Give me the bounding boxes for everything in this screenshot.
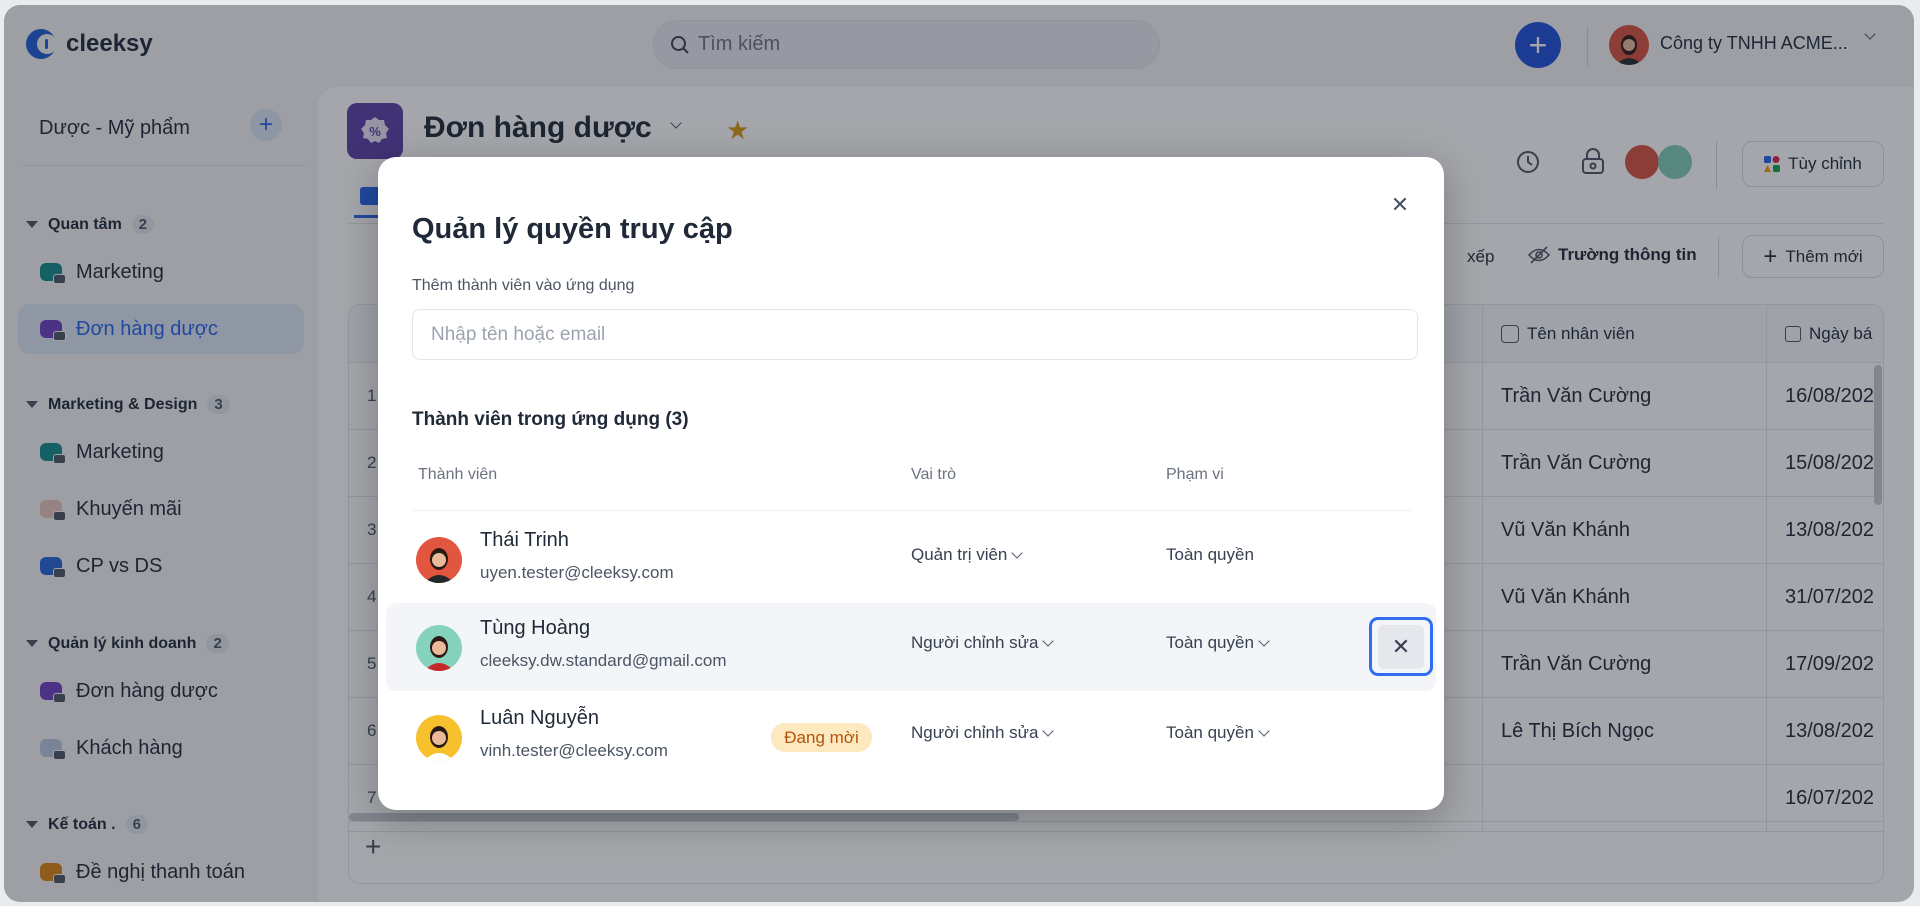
member-name: Thái Trinh xyxy=(480,529,569,551)
close-icon: ✕ xyxy=(1378,624,1424,669)
role-dropdown[interactable]: Quản trị viên xyxy=(911,545,1024,565)
member-row: Tùng Hoàng cleeksy.dw.standard@gmail.com… xyxy=(386,603,1436,691)
scope-value: Toàn quyền xyxy=(1166,545,1254,564)
close-icon: ✕ xyxy=(1390,192,1410,217)
column-header-member: Thành viên xyxy=(418,466,498,483)
app-window: cleeksy Tìm kiếm + Công ty TNHH ACME... … xyxy=(4,5,1914,902)
chevron-down-icon xyxy=(1258,634,1270,647)
close-button[interactable]: ✕ xyxy=(1382,187,1418,223)
member-name: Tùng Hoàng xyxy=(480,617,591,639)
member-email: vinh.tester@cleeksy.com xyxy=(480,741,668,760)
column-header-scope: Phạm vi xyxy=(1166,466,1224,483)
access-management-dialog: Quản lý quyền truy cập ✕ Thêm thành viên… xyxy=(378,157,1444,810)
scope-value: Toàn quyền xyxy=(1166,633,1254,652)
members-section-title: Thành viên trong ứng dụng (3) xyxy=(412,409,689,430)
chevron-down-icon xyxy=(1011,546,1024,559)
role-dropdown[interactable]: Người chỉnh sửa xyxy=(911,723,1055,743)
member-avatar xyxy=(416,625,462,671)
member-email: uyen.tester@cleeksy.com xyxy=(480,563,674,582)
role-value: Người chỉnh sửa xyxy=(911,723,1039,742)
scope-dropdown: Toàn quyền xyxy=(1166,545,1254,565)
invited-badge: Đang mời xyxy=(771,723,872,752)
member-row: Thái Trinh uyen.tester@cleeksy.com Quản … xyxy=(386,515,1436,603)
member-avatar xyxy=(416,715,462,761)
dialog-title: Quản lý quyền truy cập xyxy=(412,213,733,245)
column-header-role: Vai trò xyxy=(911,466,957,483)
chevron-down-icon xyxy=(1042,634,1055,647)
chevron-down-icon xyxy=(1042,724,1055,737)
member-avatar xyxy=(416,537,462,583)
member-name: Luân Nguyễn xyxy=(480,707,599,729)
role-value: Người chỉnh sửa xyxy=(911,633,1039,652)
divider xyxy=(412,510,1412,511)
role-dropdown[interactable]: Người chỉnh sửa xyxy=(911,633,1055,653)
add-member-label: Thêm thành viên vào ứng dụng xyxy=(412,277,635,294)
member-row: Luân Nguyễn vinh.tester@cleeksy.com Đang… xyxy=(386,693,1436,781)
chevron-down-icon xyxy=(1258,724,1270,737)
scope-value: Toàn quyền xyxy=(1166,723,1254,742)
member-search-input[interactable] xyxy=(412,309,1418,360)
remove-member-button[interactable]: ✕ xyxy=(1369,617,1433,676)
role-value: Quản trị viên xyxy=(911,545,1008,564)
scope-dropdown[interactable]: Toàn quyền xyxy=(1166,633,1270,653)
scope-dropdown[interactable]: Toàn quyền xyxy=(1166,723,1270,743)
member-email: cleeksy.dw.standard@gmail.com xyxy=(480,651,727,670)
